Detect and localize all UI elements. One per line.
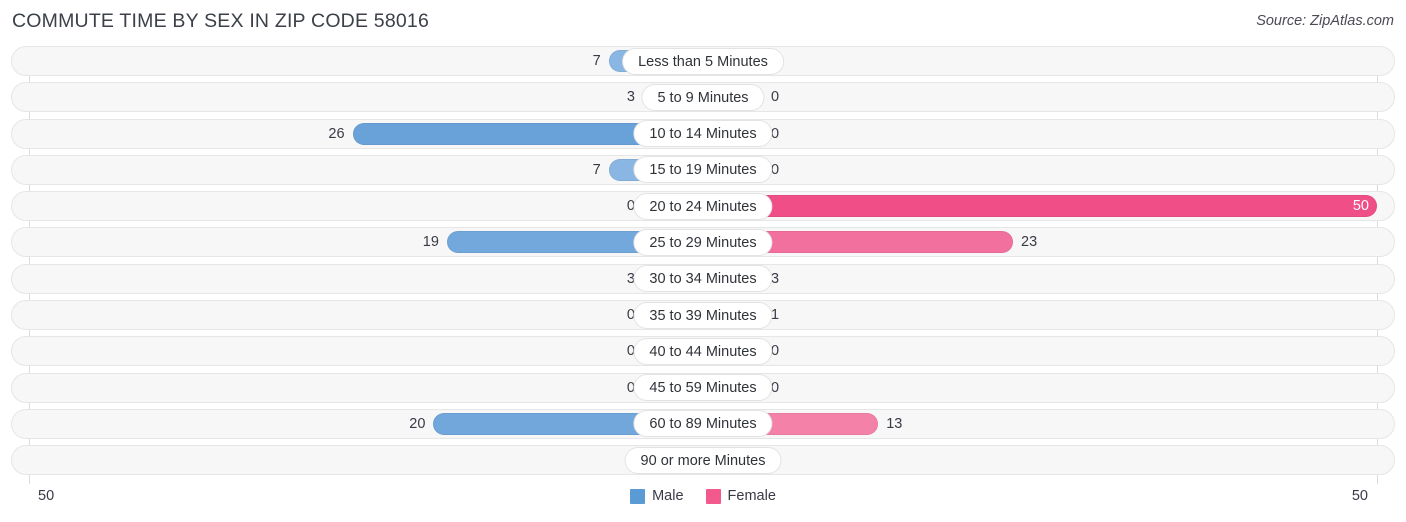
chart-row[interactable]: 26 0 10 to 14 Minutes	[0, 118, 1406, 149]
chart-row[interactable]: 7 0 15 to 19 Minutes	[0, 154, 1406, 185]
male-value-label: 7	[592, 161, 601, 178]
male-value-label: 7	[592, 53, 601, 69]
chart-row[interactable]: 20 13 60 to 89 Minutes	[0, 408, 1406, 439]
male-value-label: 0	[626, 307, 635, 324]
legend-item-male[interactable]: Male	[630, 488, 684, 504]
male-value-label: 3	[626, 270, 635, 287]
category-label: 60 to 89 Minutes	[633, 410, 773, 438]
chart-legend: Male Female	[0, 488, 1406, 504]
female-value-label: 0	[771, 343, 780, 360]
chart-row[interactable]: 0 50 20 to 24 Minutes	[0, 191, 1406, 222]
category-label: 40 to 44 Minutes	[633, 337, 773, 365]
category-label: 10 to 14 Minutes	[633, 120, 773, 148]
male-value-label: 0	[626, 379, 635, 396]
male-color-swatch	[630, 488, 646, 504]
female-value-label: 0	[771, 89, 780, 106]
category-label: 30 to 34 Minutes	[633, 265, 773, 293]
male-value-label: 20	[409, 415, 426, 432]
female-value-label: 0	[771, 379, 780, 396]
chart-row[interactable]: 0 0 40 to 44 Minutes	[0, 336, 1406, 367]
male-value-label: 3	[626, 89, 635, 106]
female-value-label: 0	[771, 161, 780, 178]
male-value-label: 26	[328, 125, 345, 142]
male-value-label: 0	[626, 198, 635, 215]
chart-row[interactable]: 0 0 45 to 59 Minutes	[0, 372, 1406, 403]
page-title: COMMUTE TIME BY SEX IN ZIP CODE 58016	[12, 10, 430, 32]
category-label: 15 to 19 Minutes	[633, 156, 773, 184]
chart-footer: 50 50 Male Female	[0, 484, 1406, 522]
legend-label-male: Male	[652, 488, 684, 504]
chart-rows: 70Less than 5 Minutes305 to 9 Minutes260…	[0, 46, 1406, 482]
female-color-swatch	[705, 488, 721, 504]
chart-header: COMMUTE TIME BY SEX IN ZIP CODE 58016 So…	[0, 0, 1406, 44]
chart-row[interactable]: 0 1 35 to 39 Minutes	[0, 300, 1406, 331]
category-label: 45 to 59 Minutes	[633, 374, 773, 402]
chart-row[interactable]: 19 23 25 to 29 Minutes	[0, 227, 1406, 258]
diverging-bar-chart: 70Less than 5 Minutes305 to 9 Minutes260…	[0, 46, 1406, 484]
female-value-label: 3	[771, 270, 780, 287]
chart-row[interactable]: 70Less than 5 Minutes	[0, 46, 1406, 76]
chart-row[interactable]: 3 3 30 to 34 Minutes	[0, 263, 1406, 294]
category-label: Less than 5 Minutes	[622, 47, 784, 75]
category-label: 5 to 9 Minutes	[641, 83, 765, 111]
female-value-label: 13	[886, 415, 903, 432]
category-label: 20 to 24 Minutes	[633, 192, 773, 220]
female-value-label: 50	[1352, 198, 1369, 215]
female-value-label: 0	[771, 125, 780, 142]
male-value-label: 0	[626, 343, 635, 360]
category-label: 35 to 39 Minutes	[633, 301, 773, 329]
source-attribution: Source: ZipAtlas.com	[1256, 13, 1394, 29]
male-value-label: 19	[422, 234, 439, 251]
legend-label-female: Female	[727, 488, 776, 504]
category-label: 90 or more Minutes	[624, 446, 782, 474]
female-value-label: 23	[1021, 234, 1038, 251]
chart-row[interactable]: 3 0 5 to 9 Minutes	[0, 82, 1406, 113]
female-value-label: 1	[771, 307, 780, 324]
legend-item-female[interactable]: Female	[705, 488, 776, 504]
female-bar[interactable]	[703, 195, 1377, 218]
category-label: 25 to 29 Minutes	[633, 228, 773, 256]
chart-row[interactable]: 0090 or more Minutes	[0, 445, 1406, 476]
